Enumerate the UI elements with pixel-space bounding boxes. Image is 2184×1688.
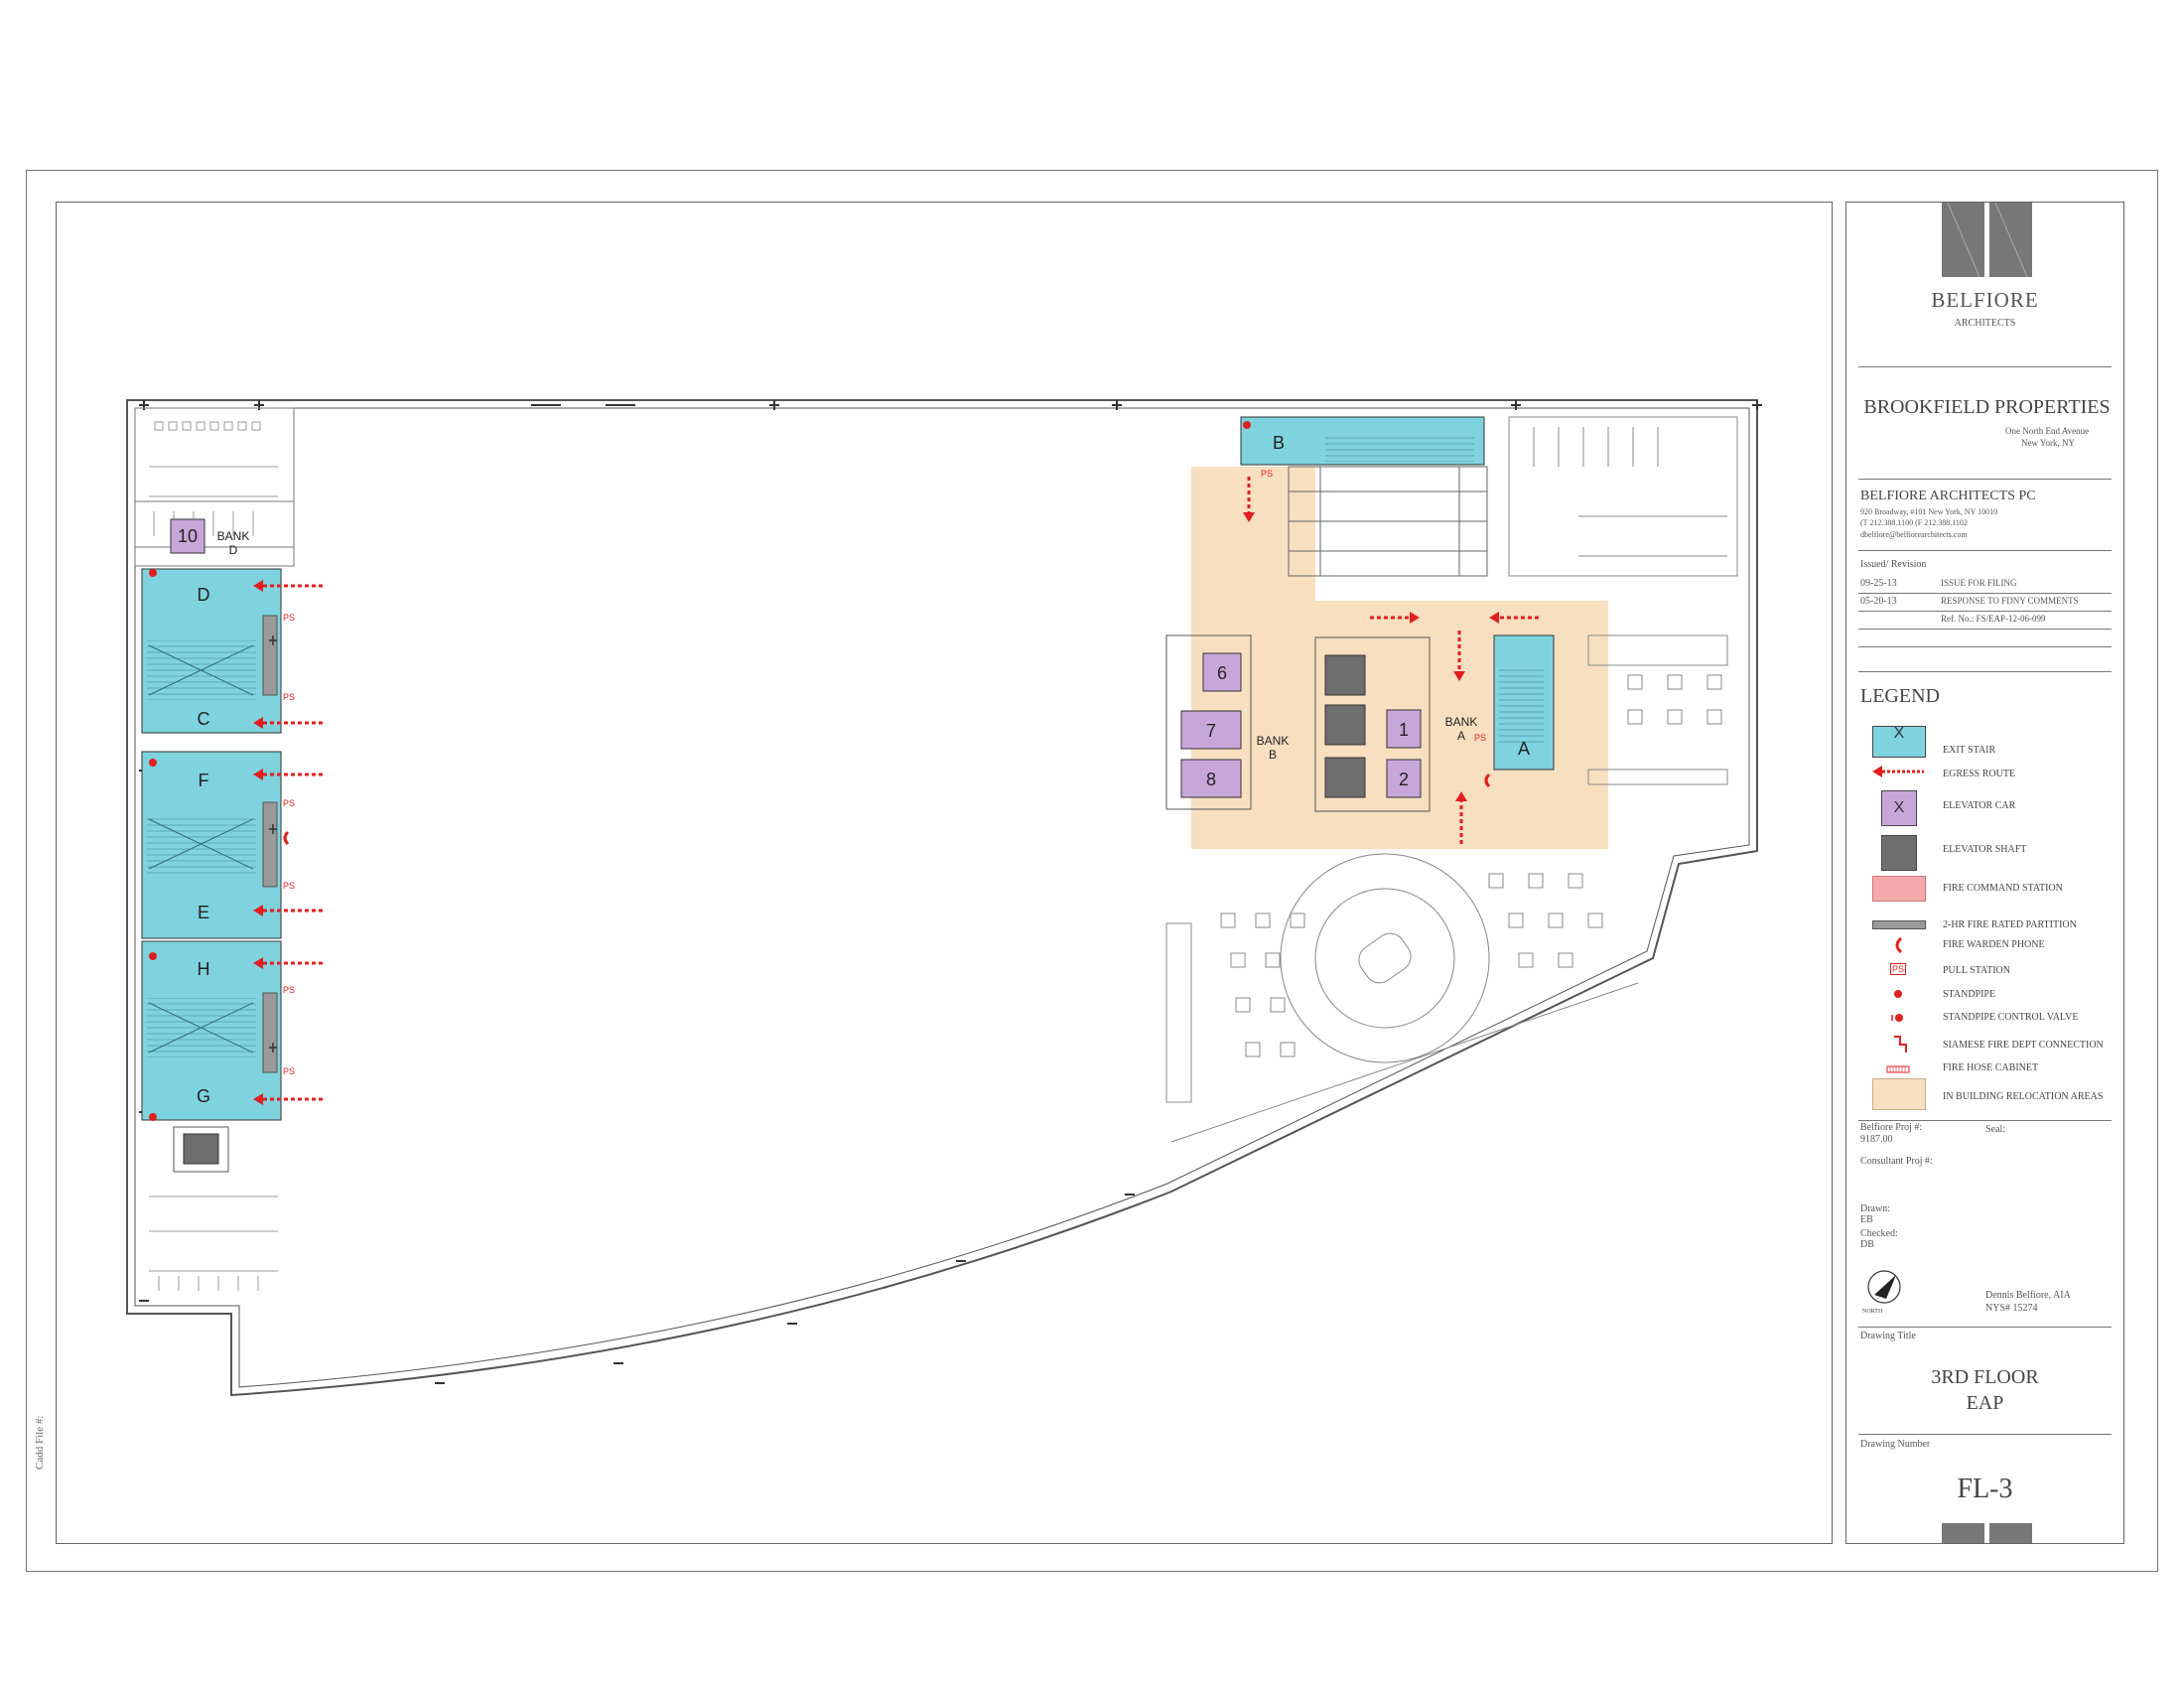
west-elevator-shaft — [183, 1133, 219, 1165]
belfiore-proj-label: Belfiore Proj #: — [1860, 1122, 1923, 1133]
elevator-shaft-2 — [1324, 704, 1366, 746]
client-address: One North End Avenue New York, NY — [2005, 426, 2090, 448]
firm-subtitle: ARCHITECTS — [1954, 318, 2016, 329]
stair-label-e: E — [198, 903, 209, 922]
svg-text:7: 7 — [1206, 721, 1216, 741]
east-core: B PS 6 7 8 BANK B 1 2 BANK A A PS — [1165, 416, 1738, 1143]
siamese-connection-icon — [1894, 1036, 1907, 1053]
drawn-label: Drawn: — [1860, 1203, 1890, 1214]
legend-fire-rated-partition: 2-HR FIRE RATED PARTITION — [1943, 919, 2077, 930]
revision-2-date: 05-20-13 — [1860, 596, 1897, 607]
checked-value: DB — [1860, 1239, 1874, 1250]
fire-warden-phone-west — [283, 830, 290, 846]
elevator-car-icon: X — [1881, 790, 1917, 826]
legend-fire-command-station: FIRE COMMAND STATION — [1943, 883, 2063, 894]
legend-title: LEGEND — [1860, 685, 1940, 707]
elevator-shaft-icon — [1881, 835, 1917, 871]
architect-address: 920 Broadway, #101 New York, NY 10010 — [1860, 507, 1998, 516]
svg-text:PS: PS — [283, 985, 295, 995]
footer-logo-block-2 — [1989, 1523, 2032, 1543]
floor-plan: 10 BANK D D C F E H G PS PS PS PS PS PS … — [126, 399, 1762, 1397]
architect-phone: (T 212.388.1100 (F 212.388.1102 — [1860, 518, 1968, 527]
legend-relocation-area: IN BUILDING RELOCATION AREAS — [1943, 1091, 2104, 1102]
svg-text:PS: PS — [283, 613, 295, 623]
bank-a-label-2: A — [1457, 729, 1465, 743]
legend-fire-warden-phone: FIRE WARDEN PHONE — [1943, 939, 2045, 950]
firm-name: BELFIORE — [1931, 288, 2039, 312]
building-outline — [126, 399, 1758, 1397]
svg-text:PS: PS — [283, 1066, 295, 1076]
bank-b-label-2: B — [1269, 748, 1277, 762]
bank-d-label-2: D — [229, 543, 238, 557]
stair-label-c: C — [198, 709, 210, 729]
column-markers — [139, 400, 1762, 1384]
fire-warden-phone-icon — [1895, 936, 1903, 954]
architect-name: BELFIORE ARCHITECTS PC — [1860, 489, 2036, 503]
architect-email: dbelfiore@belfiorearchitects.com — [1860, 530, 1968, 539]
seal-label: Seal: — [1985, 1124, 2005, 1135]
relocation-area-icon — [1872, 1078, 1926, 1110]
svg-text:PS: PS — [283, 881, 295, 891]
stair-label-d: D — [198, 585, 210, 605]
legend-egress-route: EGRESS ROUTE — [1943, 769, 2016, 779]
legend-standpipe: STANDPIPE — [1943, 989, 1996, 1000]
legend-exit-stair: EXIT STAIR — [1943, 745, 1996, 756]
issued-label: Issued/ Revision — [1860, 559, 1927, 570]
revision-1-desc: ISSUE FOR FILING — [1941, 578, 2017, 588]
firm-logo — [1942, 203, 2032, 277]
north-label: NORTH — [1862, 1309, 1883, 1315]
stair-label-g: G — [197, 1086, 210, 1106]
drawing-title-line-1: 3RD FLOOR — [1931, 1366, 2039, 1388]
west-core: 10 BANK D D C F E H G PS PS PS PS PS PS — [134, 407, 323, 1291]
exit-stair-icon: X — [1872, 726, 1926, 758]
footer-logo-block — [1942, 1523, 1984, 1543]
revision-1-date: 09-25-13 — [1860, 578, 1897, 589]
legend-siamese-connection: SIAMESE FIRE DEPT CONNECTION — [1943, 1040, 2104, 1051]
fire-hose-cabinet-icon — [1886, 1065, 1910, 1073]
elevator-shaft-1 — [1324, 654, 1366, 696]
pull-station-icon: PS — [1889, 963, 1906, 975]
stair-label-f: F — [199, 771, 209, 790]
car-label-10: 10 — [178, 526, 198, 546]
egress-arrow-icon — [1872, 766, 1924, 777]
svg-text:PS: PS — [283, 798, 295, 808]
revision-2-desc: RESPONSE TO FDNY COMMENTS — [1941, 596, 2079, 606]
svg-text:8: 8 — [1206, 770, 1216, 789]
svg-text:2: 2 — [1399, 770, 1409, 789]
standpipe-control-valve-icon — [1891, 1014, 1903, 1022]
client-name: BROOKFIELD PROPERTIES — [1863, 396, 2111, 418]
legend-standpipe-control-valve: STANDPIPE CONTROL VALVE — [1943, 1012, 2079, 1023]
bank-b-label-1: BANK — [1257, 734, 1290, 748]
ref-no: Ref. No.: FS/EAP-12-06-099 — [1941, 614, 2046, 624]
drawn-value: EB — [1860, 1214, 1873, 1225]
stair-label-b: B — [1273, 433, 1285, 453]
svg-text:PS: PS — [283, 692, 295, 702]
standpipe-icon — [1894, 990, 1902, 998]
legend-elevator-car: ELEVATOR CAR — [1943, 800, 2016, 811]
svg-text:6: 6 — [1217, 663, 1227, 683]
drawing-number-label: Drawing Number — [1860, 1439, 1931, 1450]
fire-rated-partition-icon — [1872, 920, 1926, 929]
bank-d-label-1: BANK — [217, 529, 250, 543]
elevator-shaft-3 — [1324, 757, 1366, 798]
legend-elevator-shaft: ELEVATOR SHAFT — [1943, 844, 2027, 855]
legend-fire-hose-cabinet: FIRE HOSE CABINET — [1943, 1062, 2039, 1073]
bank-a-label-1: BANK — [1445, 715, 1478, 729]
checked-label: Checked: — [1860, 1228, 1898, 1239]
belfiore-proj-value: 9187.00 — [1860, 1134, 1893, 1145]
drawing-number: FL-3 — [1957, 1474, 2013, 1504]
svg-text:PS: PS — [1261, 469, 1273, 479]
stair-label-a: A — [1518, 739, 1530, 759]
svg-text:1: 1 — [1399, 720, 1409, 740]
drawing-title-line-2: EAP — [1966, 1392, 2004, 1414]
signer-name: Dennis Belfiore, AIA — [1985, 1290, 2071, 1301]
svg-text:PS: PS — [1474, 733, 1486, 743]
consultant-proj-label: Consultant Proj #: — [1860, 1156, 1933, 1167]
stair-label-h: H — [198, 959, 210, 979]
fire-command-station-icon — [1872, 876, 1926, 902]
legend-pull-station: PULL STATION — [1943, 965, 2010, 976]
title-block: BELFIORE ARCHITECTS BROOKFIELD PROPERTIE… — [1845, 202, 2124, 1544]
drawing-title-label: Drawing Title — [1860, 1331, 1916, 1341]
signer-license: NYS# 15274 — [1985, 1303, 2038, 1314]
